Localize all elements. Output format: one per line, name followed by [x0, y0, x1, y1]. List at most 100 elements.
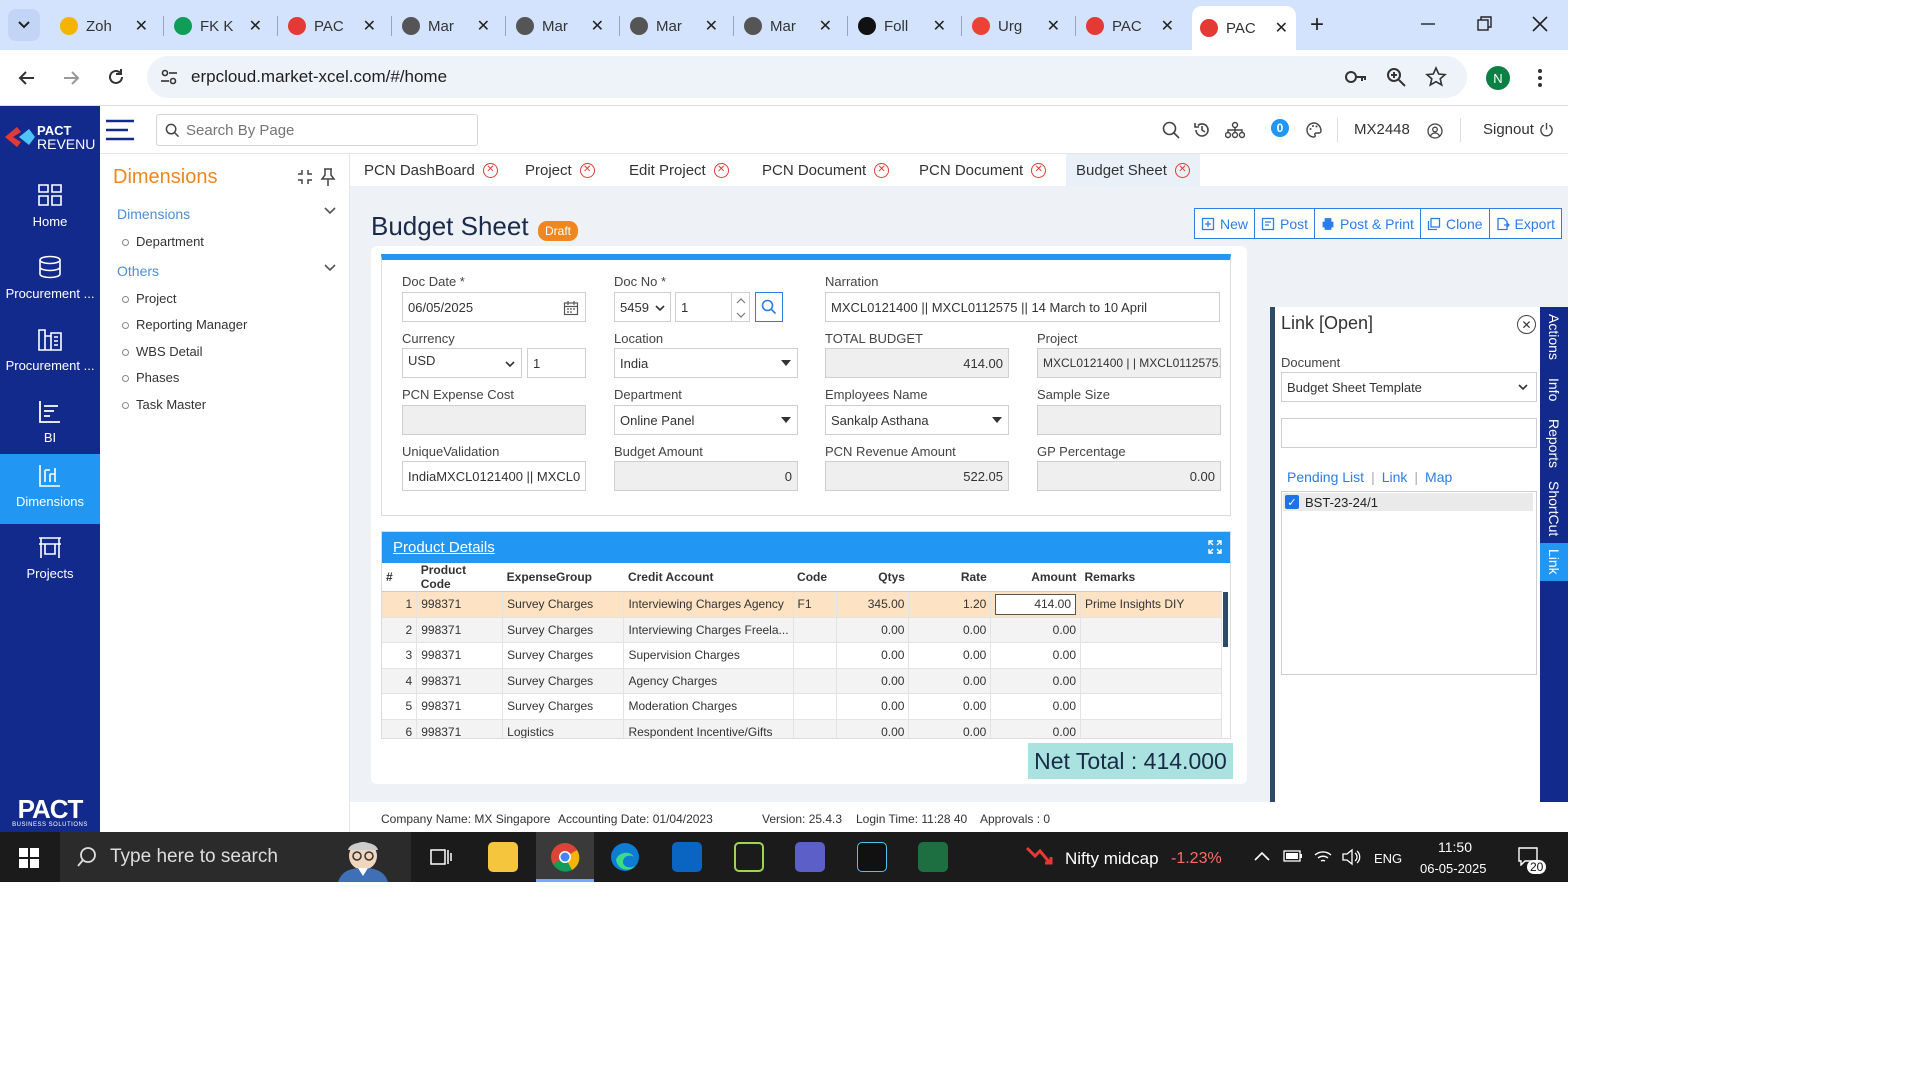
tree-item[interactable]: Project [122, 291, 176, 306]
new-tab-button[interactable]: + [1303, 12, 1331, 40]
table-row[interactable]: 6 998371 Logistics Respondent Incentive/Gif… [382, 719, 1222, 738]
tab-search-button[interactable] [8, 9, 40, 41]
battery-icon[interactable] [1283, 849, 1303, 863]
table-cell[interactable]: Survey Charges [502, 642, 625, 669]
table-cell[interactable]: 0.00 [908, 617, 992, 643]
taskbar-search[interactable]: Type here to search [60, 832, 411, 882]
table-cell[interactable]: 5 [382, 693, 418, 720]
close-tab-icon[interactable]: ✕ [1275, 18, 1288, 38]
tab-pcn-document[interactable]: PCN Document ✕ [752, 154, 899, 186]
tab-edit-project[interactable]: Edit Project ✕ [619, 154, 739, 186]
pin-icon[interactable] [320, 167, 336, 187]
column-header[interactable]: Rate [908, 563, 991, 592]
column-header[interactable]: Qtys [836, 563, 909, 592]
table-row[interactable]: 4 998371 Survey Charges Agency Charges 0.00 0… [382, 668, 1222, 694]
tab-project[interactable]: Project ✕ [515, 154, 605, 186]
table-cell[interactable] [793, 668, 838, 694]
rail-item-dimensions[interactable]: Dimensions [0, 454, 100, 524]
table-cell[interactable]: 1 [382, 591, 418, 618]
table-cell[interactable]: Survey Charges [502, 617, 625, 643]
omnibox[interactable]: erpcloud.market-xcel.com/#/home [147, 56, 1467, 98]
tab-pcn-dashboard[interactable]: PCN DashBoard ✕ [354, 154, 508, 186]
calendar-icon[interactable] [563, 300, 579, 316]
profile-avatar[interactable]: N [1486, 66, 1510, 90]
link-panel-close-button[interactable]: ✕ [1517, 315, 1536, 334]
table-cell[interactable]: 4 [382, 668, 418, 694]
table-cell[interactable]: 0.00 [990, 668, 1082, 694]
table-cell[interactable]: 998371 [416, 668, 504, 694]
tab-budget-sheet[interactable]: Budget Sheet ✕ [1066, 154, 1200, 186]
table-cell[interactable] [1080, 617, 1222, 643]
table-cell[interactable]: 0.00 [908, 668, 992, 694]
table-cell[interactable]: Respondent Incentive/Gifts [623, 719, 794, 738]
forward-icon[interactable] [60, 67, 82, 89]
page-search-input[interactable] [186, 121, 466, 139]
wifi-icon[interactable] [1313, 849, 1333, 865]
close-tab-icon[interactable]: ✕ [579, 162, 595, 178]
rail-item-home[interactable]: Home [0, 174, 100, 244]
product-details-header[interactable]: Product Details [382, 532, 1230, 563]
document-select[interactable]: Budget Sheet Template [1281, 372, 1537, 402]
close-tab-icon[interactable]: ✕ [933, 16, 946, 36]
palette-icon[interactable] [1305, 121, 1323, 139]
close-tab-icon[interactable]: ✕ [477, 16, 490, 36]
browser-tab[interactable]: PAC ✕ [1078, 8, 1182, 44]
table-cell[interactable]: 6 [382, 719, 418, 738]
stepper-up-icon[interactable] [736, 298, 746, 304]
table-cell[interactable]: 0.00 [836, 719, 910, 738]
table-cell[interactable]: 998371 [416, 719, 504, 738]
table-cell[interactable]: Survey Charges [502, 668, 625, 694]
browser-tab[interactable]: Mar ✕ [394, 8, 498, 44]
table-row[interactable]: 2 998371 Survey Charges Interviewing Charge… [382, 617, 1222, 643]
edge-icon[interactable] [610, 842, 640, 872]
windows-start-icon[interactable] [19, 848, 39, 868]
language-indicator[interactable]: ENG [1374, 851, 1402, 866]
stepper-down-icon[interactable] [736, 312, 746, 318]
side-tab-actions[interactable]: Actions [1540, 307, 1568, 367]
app-logo[interactable]: PACT REVENU [5, 122, 97, 152]
table-cell[interactable]: 414.00 [990, 591, 1082, 618]
doc-no-stepper[interactable] [732, 292, 750, 322]
column-header[interactable]: Credit Account [623, 563, 794, 592]
list-item[interactable]: ✓ BST-23-24/1 [1283, 493, 1533, 511]
product-details-title[interactable]: Product Details [393, 539, 495, 556]
close-tab-icon[interactable]: ✕ [874, 162, 890, 178]
doc-no-search-button[interactable] [755, 292, 783, 322]
browser-tab[interactable]: Zoh ✕ [52, 8, 156, 44]
clock-date[interactable]: 06-05-2025 [1420, 861, 1487, 876]
tree-item[interactable]: Department [122, 234, 204, 249]
browser-tab[interactable]: Mar ✕ [736, 8, 840, 44]
rail-item-procurement[interactable]: Procurement ... [0, 246, 100, 316]
table-cell[interactable] [1080, 719, 1222, 738]
restore-button[interactable] [1474, 14, 1494, 34]
new-button[interactable]: New [1194, 208, 1256, 239]
close-tab-icon[interactable]: ✕ [1161, 16, 1174, 36]
table-cell[interactable]: Survey Charges [502, 693, 625, 720]
tree-item[interactable]: Reporting Manager [122, 317, 247, 332]
subtab-link[interactable]: Link [1382, 469, 1408, 485]
table-cell[interactable] [793, 617, 838, 643]
chevron-down-icon[interactable] [324, 207, 336, 215]
column-header[interactable]: Product Code [416, 563, 503, 592]
table-cell[interactable] [793, 719, 838, 738]
reload-icon[interactable] [105, 66, 127, 88]
table-cell[interactable]: Prime Insights DIY [1080, 591, 1222, 618]
table-cell[interactable]: 0.00 [836, 668, 910, 694]
table-row[interactable]: 5 998371 Survey Charges Moderation Charges 0… [382, 693, 1222, 720]
close-tab-icon[interactable]: ✕ [1174, 162, 1190, 178]
table-cell[interactable]: 998371 [416, 642, 504, 669]
table-cell[interactable]: 0.00 [908, 693, 992, 720]
close-tab-icon[interactable]: ✕ [135, 16, 148, 36]
rail-item-procurement[interactable]: Procurement ... [0, 318, 100, 388]
outlook-icon[interactable] [672, 842, 702, 872]
side-tab-link[interactable]: Link [1540, 543, 1568, 581]
post-button[interactable]: Post [1254, 208, 1316, 239]
table-cell[interactable]: 2 [382, 617, 418, 643]
narration-input[interactable]: MXCL0121400 || MXCL0112575 || 14 March t… [825, 292, 1220, 322]
subtab-pending-list[interactable]: Pending List [1287, 469, 1364, 485]
doc-date-input[interactable]: 06/05/2025 [402, 292, 586, 322]
teams-icon[interactable] [795, 842, 825, 872]
doc-no-series-select[interactable]: 5459 [614, 292, 671, 322]
url-text[interactable]: erpcloud.market-xcel.com/#/home [191, 67, 447, 87]
user-code[interactable]: MX2448 [1354, 121, 1410, 138]
